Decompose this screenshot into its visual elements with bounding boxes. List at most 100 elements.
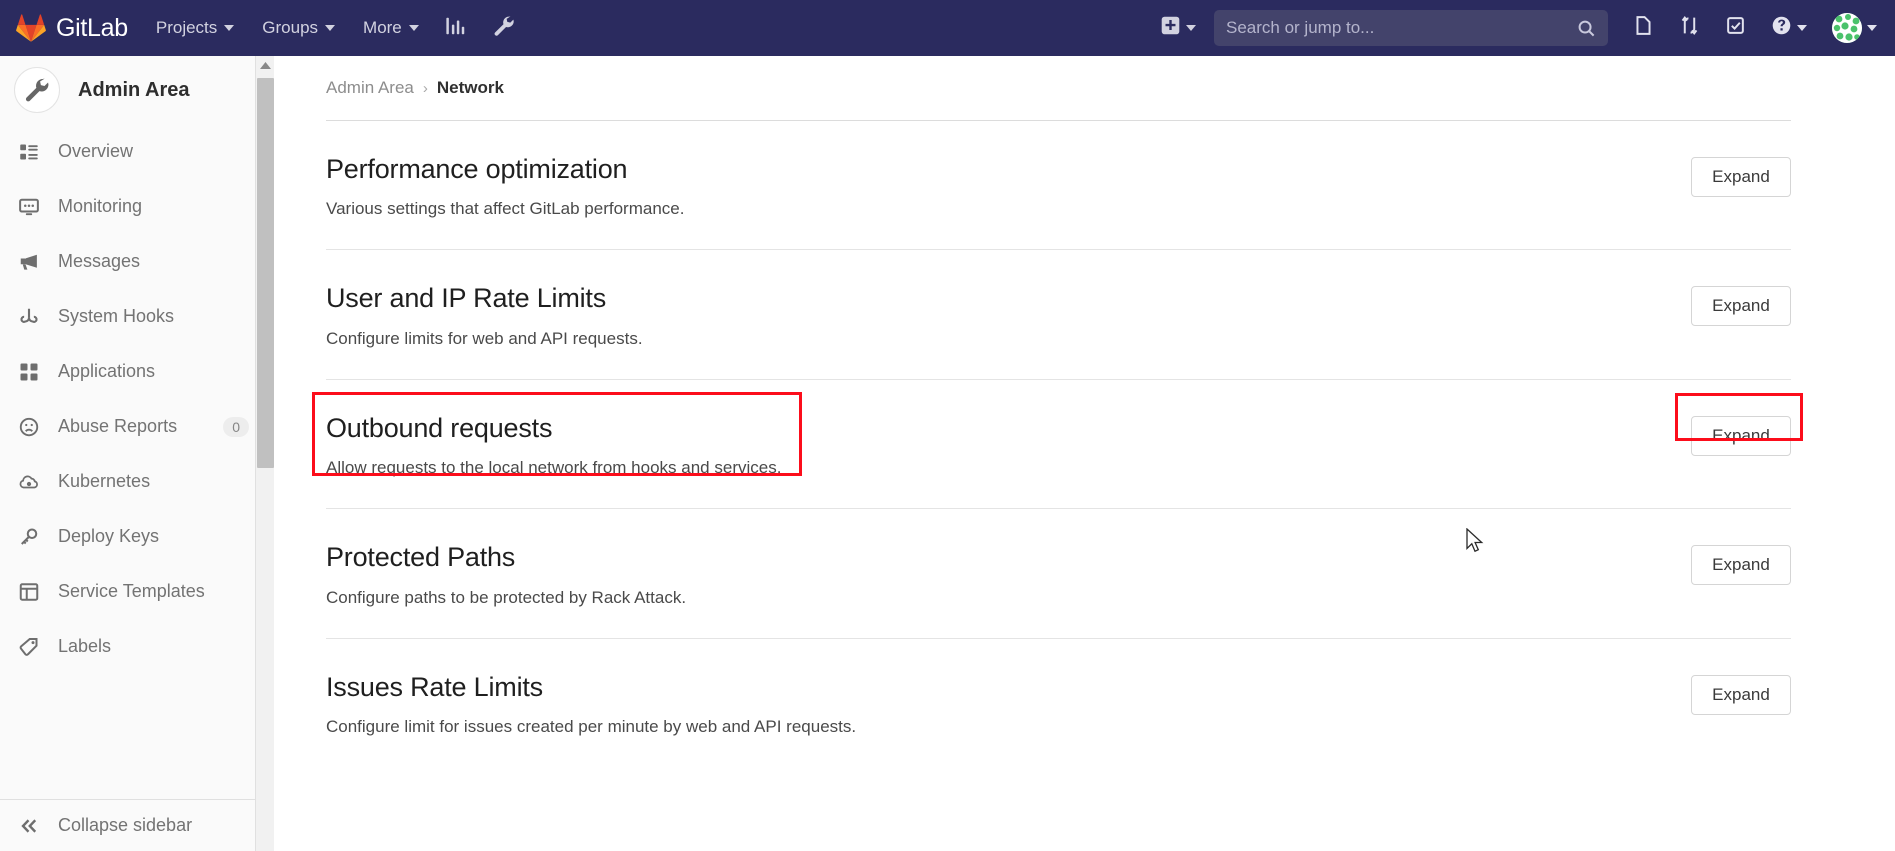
settings-section-performance-optimization: Performance optimization Various setting… — [326, 121, 1791, 251]
expand-button[interactable]: Expand — [1691, 286, 1791, 327]
sidebar-item-overview[interactable]: Overview — [0, 124, 271, 179]
sidebar-item-label: Overview — [58, 141, 134, 161]
section-title: Issues Rate Limits — [326, 671, 543, 702]
search-input[interactable] — [1226, 18, 1566, 38]
expand-button[interactable]: Expand — [1691, 415, 1791, 456]
gitlab-brand[interactable]: GitLab — [16, 13, 128, 43]
sidebar-item-label: Abuse Reports — [58, 416, 178, 436]
nav-projects-label: Projects — [155, 18, 218, 37]
wrench-icon — [14, 67, 60, 113]
sidebar-item-labels[interactable]: Labels — [0, 619, 271, 674]
new-item-button[interactable] — [1161, 16, 1196, 40]
breadcrumb: Admin Area › Network — [274, 56, 1895, 98]
expand-button[interactable]: Expand — [1691, 157, 1791, 197]
expand-button[interactable]: Expand — [1691, 545, 1791, 586]
global-search-box[interactable] — [1214, 10, 1608, 46]
breadcrumb-root[interactable]: Admin Area — [326, 78, 414, 98]
chevron-down-icon — [1186, 25, 1196, 31]
sidebar-scrollbar[interactable] — [255, 56, 275, 851]
settings-section-outbound-requests: Outbound requests Allow requests to the … — [312, 380, 1803, 510]
section-description: Configure paths to be protected by Rack … — [326, 587, 687, 607]
double-chevron-left-icon — [18, 815, 40, 837]
document-icon — [1633, 15, 1654, 41]
nav-todos-button[interactable] — [1725, 15, 1746, 41]
kubernetes-cloud-icon — [18, 471, 40, 493]
nav-help-button[interactable] — [1771, 15, 1807, 41]
sidebar-item-label: Applications — [58, 361, 156, 381]
sidebar-item-label: System Hooks — [58, 306, 175, 326]
key-icon — [18, 526, 40, 548]
section-description: Configure limits for web and API request… — [326, 328, 643, 348]
nav-projects[interactable]: Projects — [155, 18, 235, 38]
hook-icon — [18, 306, 40, 328]
sidebar-header[interactable]: Admin Area — [0, 56, 271, 124]
chevron-down-icon — [325, 25, 336, 31]
section-text: Protected Paths Configure paths to be pr… — [326, 541, 1691, 607]
scrollbar-thumb[interactable] — [257, 78, 274, 468]
sidebar-item-messages[interactable]: Messages — [0, 234, 271, 289]
merge-request-icon — [1679, 15, 1700, 41]
sidebar-item-label: Service Templates — [58, 581, 205, 601]
nav-groups[interactable]: Groups — [262, 18, 336, 38]
nav-analytics-button[interactable] — [445, 15, 467, 42]
chevron-down-icon — [1797, 25, 1807, 31]
sidebar-item-service-templates[interactable]: Service Templates — [0, 564, 271, 619]
section-text: Outbound requests Allow requests to the … — [326, 412, 1691, 478]
sidebar-item-label: Labels — [58, 636, 112, 656]
sidebar-title: Admin Area — [78, 78, 190, 101]
sad-face-icon — [18, 416, 40, 438]
section-title: Outbound requests — [326, 412, 553, 443]
sidebar-item-system-hooks[interactable]: System Hooks — [0, 289, 271, 344]
sidebar-item-abuse-reports[interactable]: Abuse Reports 0 — [0, 399, 271, 454]
section-title: Protected Paths — [326, 542, 516, 573]
plus-square-icon — [1161, 16, 1180, 40]
nav-admin-area-button[interactable] — [493, 15, 515, 42]
avatar — [1832, 13, 1862, 43]
section-description: Configure limit for issues created per m… — [326, 716, 857, 736]
megaphone-icon — [18, 251, 40, 273]
monitor-icon — [18, 196, 40, 218]
nav-groups-label: Groups — [262, 18, 319, 37]
gitlab-fox-logo — [16, 13, 46, 43]
admin-sidebar: Admin Area Overview Monitoring Messages … — [0, 56, 272, 851]
section-text: Performance optimization Various setting… — [326, 153, 1691, 219]
settings-section-user-and-ip-rate-limits: User and IP Rate Limits Configure limits… — [326, 250, 1791, 380]
settings-section-protected-paths: Protected Paths Configure paths to be pr… — [326, 509, 1791, 639]
collapse-sidebar-button[interactable]: Collapse sidebar — [0, 799, 271, 851]
settings-section-list: Performance optimization Various setting… — [274, 121, 1895, 767]
collapse-sidebar-label: Collapse sidebar — [58, 815, 193, 835]
overview-list-icon — [18, 141, 40, 163]
settings-section-issues-rate-limits: Issues Rate Limits Configure limit for i… — [326, 639, 1791, 767]
sidebar-item-applications[interactable]: Applications — [0, 344, 271, 399]
section-title: User and IP Rate Limits — [326, 283, 607, 314]
sidebar-item-deploy-keys[interactable]: Deploy Keys — [0, 509, 271, 564]
section-text: User and IP Rate Limits Configure limits… — [326, 282, 1691, 348]
section-title: Performance optimization — [326, 154, 628, 184]
nav-merge-requests-button[interactable] — [1679, 15, 1700, 41]
question-circle-icon — [1771, 15, 1792, 41]
sidebar-item-label: Messages — [58, 251, 141, 271]
applications-grid-icon — [18, 361, 40, 383]
sidebar-item-label: Monitoring — [58, 196, 143, 216]
sidebar-item-kubernetes[interactable]: Kubernetes — [0, 454, 271, 509]
nav-snippets-button[interactable] — [1633, 15, 1654, 41]
section-text: Issues Rate Limits Configure limit for i… — [326, 671, 1691, 737]
template-layout-icon — [18, 581, 40, 603]
chevron-down-icon — [1867, 25, 1877, 31]
check-square-icon — [1725, 15, 1746, 41]
breadcrumb-separator: › — [422, 79, 428, 97]
chevron-down-icon — [224, 25, 235, 31]
sidebar-item-label: Deploy Keys — [58, 526, 160, 546]
expand-button[interactable]: Expand — [1691, 674, 1791, 715]
gitlab-brand-text: GitLab — [56, 13, 128, 42]
search-icon[interactable] — [1577, 19, 1596, 38]
user-menu-button[interactable] — [1832, 13, 1877, 43]
sidebar-item-monitoring[interactable]: Monitoring — [0, 179, 271, 234]
section-description: Various settings that affect GitLab perf… — [326, 199, 685, 219]
chevron-down-icon — [408, 25, 419, 31]
section-description: Allow requests to the local network from… — [326, 458, 782, 478]
sidebar-item-label: Kubernetes — [58, 471, 151, 491]
breadcrumb-current: Network — [436, 78, 504, 97]
scroll-up-button[interactable] — [256, 56, 275, 75]
nav-more[interactable]: More — [363, 18, 419, 38]
